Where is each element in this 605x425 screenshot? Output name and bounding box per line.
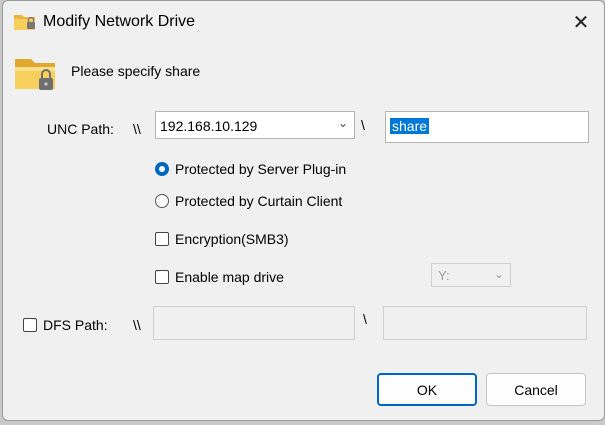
title-bar: Modify Network Drive ✕ [3,1,604,45]
folder-lock-icon [15,59,55,90]
dfs-prefix: \\ [133,317,141,333]
dfs-path-checkbox[interactable]: DFS Path: [23,317,108,333]
unc-server-value: 192.168.10.129 [160,118,258,134]
radio-protected-plugin[interactable]: Protected by Server Plug-in [155,161,346,177]
drive-letter-combo[interactable]: Y: ⌄ [431,263,511,287]
radio-unselected-icon[interactable] [155,194,169,208]
dfs-path-label: DFS Path: [43,317,108,333]
dfs-server-input[interactable] [153,306,355,340]
unc-share-value: share [390,118,430,134]
map-drive-label: Enable map drive [175,269,284,285]
radio-protected-client-label: Protected by Curtain Client [175,193,343,209]
map-drive-checkbox[interactable]: Enable map drive [155,269,284,285]
unc-separator: \ [361,117,365,133]
checkbox-icon[interactable] [155,270,169,284]
checkbox-icon[interactable] [155,232,169,246]
dialog-prompt: Please specify share [71,63,201,79]
modify-network-drive-dialog: Modify Network Drive ✕ Please specify sh… [2,0,605,421]
cancel-button[interactable]: Cancel [486,373,586,406]
unc-prefix: \\ [133,121,141,137]
unc-server-combo[interactable]: 192.168.10.129 ⌄ [155,111,355,139]
radio-protected-client[interactable]: Protected by Curtain Client [155,193,342,209]
chevron-down-icon[interactable]: ⌄ [338,116,348,130]
unc-share-input[interactable]: share [385,111,589,143]
window-title: Modify Network Drive [43,13,196,30]
ok-button[interactable]: OK [377,373,477,406]
checkbox-icon[interactable] [23,318,37,332]
encryption-label: Encryption(SMB3) [175,231,289,247]
dfs-share-input[interactable] [383,306,587,340]
drive-letter-value: Y: [438,268,450,283]
unc-path-label: UNC Path: [47,121,114,137]
dfs-separator: \ [363,311,367,327]
encryption-checkbox[interactable]: Encryption(SMB3) [155,231,289,247]
close-icon: ✕ [572,11,590,34]
folder-lock-icon [14,15,35,30]
radio-selected-icon[interactable] [155,162,169,176]
radio-protected-plugin-label: Protected by Server Plug-in [175,161,347,177]
chevron-down-icon[interactable]: ⌄ [494,267,504,281]
close-button[interactable]: ✕ [566,7,596,37]
